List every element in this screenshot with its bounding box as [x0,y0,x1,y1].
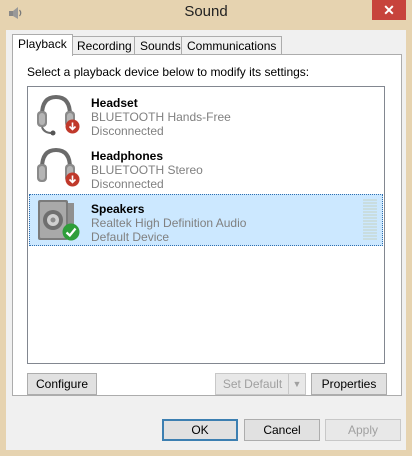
device-item-speakers[interactable]: Speakers Realtek High Definition Audio D… [29,194,383,246]
device-status: Disconnected [91,177,164,191]
configure-button[interactable]: Configure [27,373,97,395]
disconnected-badge-icon [65,119,80,134]
device-driver: BLUETOOTH Stereo [91,163,203,177]
tab-recording[interactable]: Recording [71,36,138,55]
volume-level-meter [363,199,377,241]
close-button[interactable]: ✕ [372,0,406,20]
device-name: Headphones [91,149,164,163]
default-check-badge-icon [62,223,80,241]
set-default-button[interactable]: Set Default ▼ [215,373,306,395]
tab-playback[interactable]: Playback [12,34,73,56]
disconnected-badge-icon [65,172,80,187]
title-bar[interactable]: Sound ✕ [0,0,412,26]
chevron-down-icon[interactable]: ▼ [288,374,305,394]
sound-dialog: Sound ✕ Playback Recording Sounds Commun… [0,0,412,456]
ok-button[interactable]: OK [162,419,238,441]
device-name: Speakers [91,202,145,216]
playback-panel: Select a playback device below to modify… [12,54,402,396]
apply-button[interactable]: Apply [325,419,401,441]
device-driver: Realtek High Definition Audio [91,216,247,230]
window-title: Sound [184,3,228,20]
device-item-headphones[interactable]: Headphones BLUETOOTH Stereo Disconnected [29,141,383,193]
device-status: Default Device [91,230,170,244]
device-list[interactable]: Headset BLUETOOTH Hands-Free Disconnecte… [27,86,385,364]
dialog-body: Playback Recording Sounds Communications… [6,30,406,450]
device-status: Disconnected [91,124,164,138]
instruction-text: Select a playback device below to modify… [27,65,310,79]
device-name: Headset [91,96,138,110]
device-item-headset[interactable]: Headset BLUETOOTH Hands-Free Disconnecte… [29,88,383,140]
tab-sounds[interactable]: Sounds [134,36,187,55]
tab-communications[interactable]: Communications [181,36,283,55]
properties-button[interactable]: Properties [311,373,387,395]
cancel-button[interactable]: Cancel [244,419,320,441]
set-default-label: Set Default [222,377,283,391]
device-driver: BLUETOOTH Hands-Free [91,110,231,124]
